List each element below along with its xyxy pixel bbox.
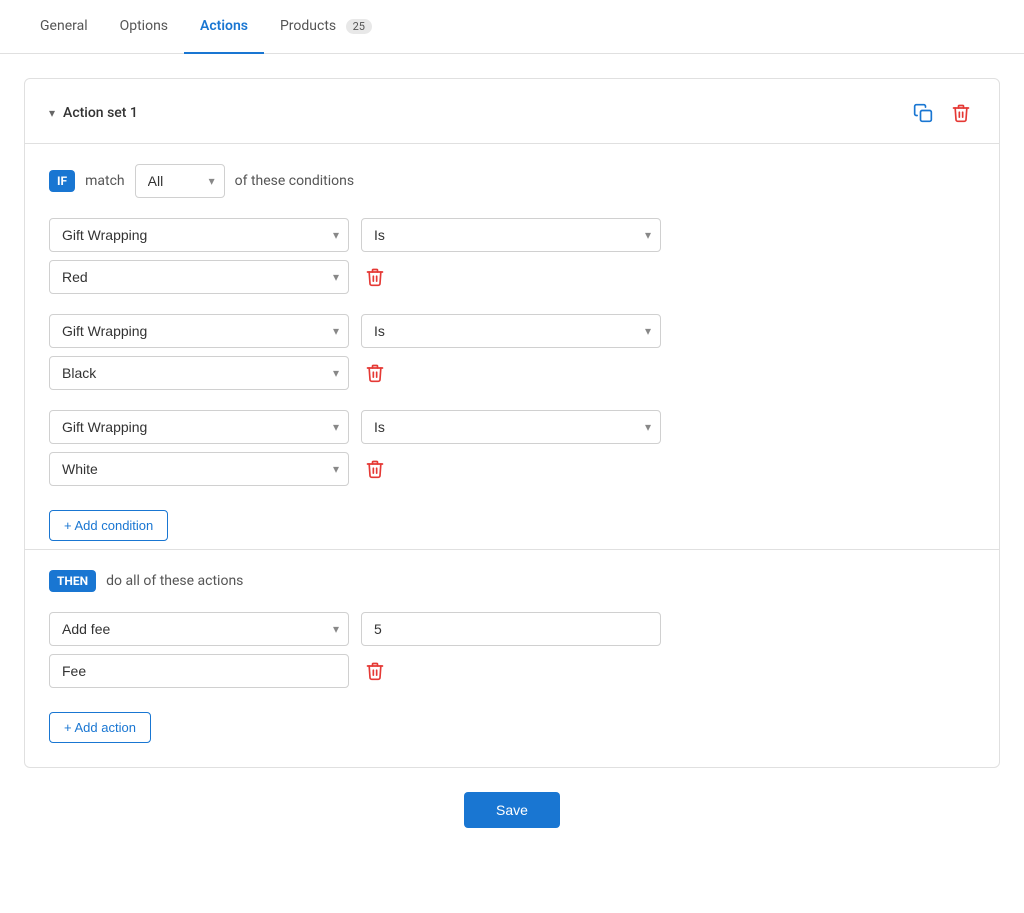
action-1-value-input[interactable]	[361, 612, 661, 646]
action-1-field-wrap: Add fee Add discount Set price ▾	[49, 612, 349, 646]
condition-group-2: Gift Wrapping Price Quantity ▾ Is Is not…	[49, 314, 975, 406]
copy-action-set-button[interactable]	[909, 99, 937, 127]
save-button[interactable]: Save	[464, 792, 560, 828]
condition-2-value-select[interactable]: Red Black White	[49, 356, 349, 390]
then-badge: THEN	[49, 570, 96, 592]
condition-2-operator-wrap: Is Is not ▾	[361, 314, 661, 348]
condition-2-value-wrap: Red Black White ▾	[49, 356, 349, 390]
action-row-1-label	[49, 654, 975, 688]
add-action-button[interactable]: + Add action	[49, 712, 151, 743]
delete-condition-1-button[interactable]	[361, 263, 389, 291]
tab-actions[interactable]: Actions	[184, 0, 264, 54]
if-header: IF match All Any ▾ of these conditions	[49, 164, 975, 198]
condition-2-field-select[interactable]: Gift Wrapping Price Quantity	[49, 314, 349, 348]
then-text: do all of these actions	[106, 573, 243, 589]
delete-icon	[951, 103, 971, 123]
condition-3-value-wrap: Red Black White ▾	[49, 452, 349, 486]
condition-row-3-value: Red Black White ▾	[49, 452, 975, 486]
condition-group-3: Gift Wrapping Price Quantity ▾ Is Is not…	[49, 410, 975, 502]
match-select[interactable]: All Any	[135, 164, 225, 198]
condition-group-1: Gift Wrapping Price Quantity Weight ▾ Is…	[49, 218, 975, 310]
condition-1-field-select[interactable]: Gift Wrapping Price Quantity Weight	[49, 218, 349, 252]
match-select-wrap: All Any ▾	[135, 164, 225, 198]
products-badge: 25	[346, 19, 372, 34]
condition-3-operator-select[interactable]: Is Is not	[361, 410, 661, 444]
condition-row-1-value: Red Black White ▾	[49, 260, 975, 294]
main-content: ▾ Action set 1	[0, 54, 1024, 852]
condition-1-value-select[interactable]: Red Black White	[49, 260, 349, 294]
action-set-label: Action set 1	[63, 105, 138, 121]
action-1-label-input[interactable]	[49, 654, 349, 688]
action-set-title: ▾ Action set 1	[49, 105, 138, 121]
tab-general[interactable]: General	[24, 0, 104, 54]
condition-2-operator-select[interactable]: Is Is not	[361, 314, 661, 348]
delete-action-1-icon	[365, 661, 385, 681]
action-row-1-fields: Add fee Add discount Set price ▾	[49, 612, 975, 646]
condition-row-2-fields: Gift Wrapping Price Quantity ▾ Is Is not…	[49, 314, 975, 348]
condition-2-field-wrap: Gift Wrapping Price Quantity ▾	[49, 314, 349, 348]
condition-3-value-select[interactable]: Red Black White	[49, 452, 349, 486]
delete-condition-3-icon	[365, 459, 385, 479]
condition-row-3-fields: Gift Wrapping Price Quantity ▾ Is Is not…	[49, 410, 975, 444]
if-badge: IF	[49, 170, 75, 192]
then-divider	[25, 549, 999, 550]
tabs-bar: General Options Actions Products 25	[0, 0, 1024, 54]
card-header-actions	[909, 99, 975, 127]
delete-condition-2-icon	[365, 363, 385, 383]
delete-action-set-button[interactable]	[947, 99, 975, 127]
card-header: ▾ Action set 1	[49, 99, 975, 143]
condition-suffix-text: of these conditions	[235, 173, 354, 189]
action-set-card: ▾ Action set 1	[24, 78, 1000, 768]
collapse-icon[interactable]: ▾	[49, 106, 55, 120]
action-1-field-select[interactable]: Add fee Add discount Set price	[49, 612, 349, 646]
add-condition-button[interactable]: + Add condition	[49, 510, 168, 541]
match-label: match	[85, 173, 125, 189]
tab-options[interactable]: Options	[104, 0, 184, 54]
delete-condition-2-button[interactable]	[361, 359, 389, 387]
condition-1-value-wrap: Red Black White ▾	[49, 260, 349, 294]
copy-icon	[913, 103, 933, 123]
delete-condition-3-button[interactable]	[361, 455, 389, 483]
condition-3-operator-wrap: Is Is not ▾	[361, 410, 661, 444]
delete-condition-1-icon	[365, 267, 385, 287]
header-divider	[25, 143, 999, 144]
save-area: Save	[24, 792, 1000, 828]
then-header: THEN do all of these actions	[49, 570, 975, 592]
tab-products[interactable]: Products 25	[264, 0, 388, 54]
condition-1-operator-wrap: Is Is not Contains ▾	[361, 218, 661, 252]
action-group-1: Add fee Add discount Set price ▾	[49, 612, 975, 704]
condition-1-operator-select[interactable]: Is Is not Contains	[361, 218, 661, 252]
condition-1-field-wrap: Gift Wrapping Price Quantity Weight ▾	[49, 218, 349, 252]
condition-row-2-value: Red Black White ▾	[49, 356, 975, 390]
condition-row-1-fields: Gift Wrapping Price Quantity Weight ▾ Is…	[49, 218, 975, 252]
condition-3-field-wrap: Gift Wrapping Price Quantity ▾	[49, 410, 349, 444]
condition-3-field-select[interactable]: Gift Wrapping Price Quantity	[49, 410, 349, 444]
delete-action-1-button[interactable]	[361, 657, 389, 685]
